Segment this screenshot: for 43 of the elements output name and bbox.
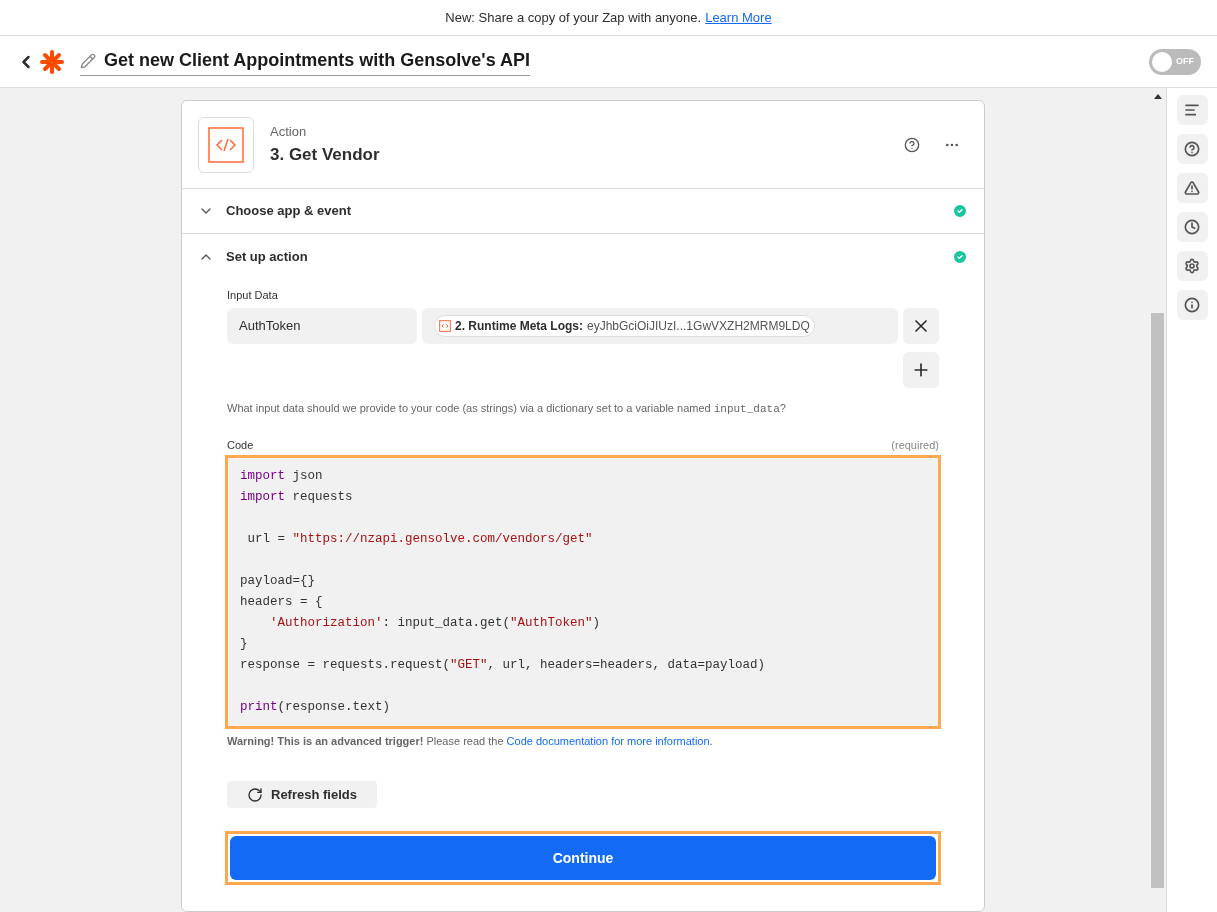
- continue-button[interactable]: Continue: [230, 836, 936, 880]
- code-icon: [439, 319, 451, 332]
- refresh-icon: [247, 786, 263, 803]
- pill-source: 2. Runtime Meta Logs:: [455, 317, 583, 335]
- clock-icon[interactable]: [1176, 212, 1208, 242]
- learn-more-link[interactable]: Learn More: [705, 7, 772, 28]
- code-icon: [208, 126, 244, 163]
- add-button[interactable]: [903, 351, 939, 388]
- section-title[interactable]: Set up action: [226, 246, 940, 267]
- step-title: 3. Get Vendor: [270, 143, 380, 166]
- code-docs-link[interactable]: Code documentation for more information: [506, 734, 710, 747]
- code-line: response = requests.request("GET", url, headers=headers, data=payload): [240, 656, 766, 674]
- code-line: 'Authorization': input_data.get("AuthToken"): [269, 614, 601, 632]
- input-data-label: Input Data: [227, 288, 279, 303]
- settings-icon[interactable]: [1176, 251, 1208, 281]
- warning-text: Warning! This is an advanced trigger! Please read the Code documentation for more information.: [227, 733, 714, 749]
- input-data-help-text: What input data should we provide to your code (as strings) via a dictionary set to a variable named input_data?: [227, 400, 787, 417]
- banner-text: New: Share a copy of your Zap with anyone.: [445, 8, 702, 27]
- required-note: (required): [891, 438, 939, 453]
- code-line: headers = {: [240, 593, 323, 611]
- zap-title-field[interactable]: Get new Client Appointments with Gensolve's API: [80, 47, 530, 76]
- remove-button[interactable]: [903, 307, 939, 344]
- pill-value: eyJhbGciOiJIUzI...1GwVXZH2MRM9LDQ: [587, 317, 810, 335]
- help-icon[interactable]: [1176, 134, 1208, 164]
- section-title[interactable]: Choose app & event: [226, 201, 940, 221]
- value-field[interactable]: 2. Runtime Meta Logs: eyJhbGciOiJIUzI...1GwVXZH2MRM9LDQ: [422, 307, 898, 344]
- code-line: url = "https://nzapi.gensolve.com/vendors/get": [246, 530, 593, 548]
- code-label: Code: [227, 438, 254, 453]
- warning-icon[interactable]: [1176, 173, 1208, 203]
- info-icon[interactable]: [1176, 290, 1208, 320]
- refresh-fields-button[interactable]: Refresh fields: [227, 781, 377, 808]
- code-line: import requests: [240, 488, 353, 506]
- step-type-label: Action: [270, 123, 308, 141]
- scroll-up-arrow-icon[interactable]: [1153, 94, 1162, 99]
- pencil-icon: [80, 52, 96, 69]
- help-icon[interactable]: [904, 136, 920, 153]
- code-line: payload={}: [240, 572, 315, 590]
- code-line: print(response.text): [240, 698, 391, 716]
- code-line: import json: [240, 467, 323, 485]
- code-line: }: [240, 635, 248, 653]
- key-field[interactable]: AuthToken: [227, 307, 417, 344]
- asterisk-logo-icon: [40, 49, 64, 74]
- notes-icon[interactable]: [1176, 95, 1208, 125]
